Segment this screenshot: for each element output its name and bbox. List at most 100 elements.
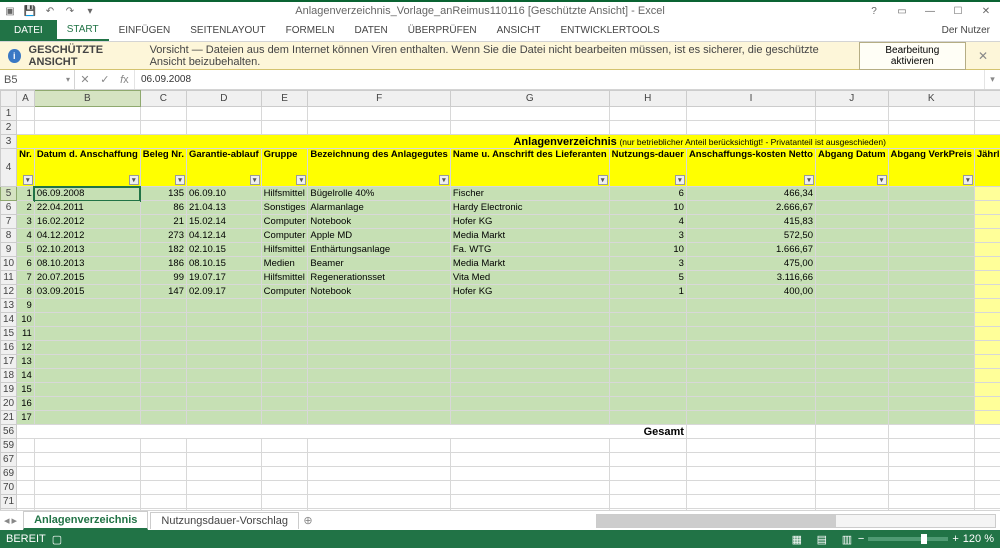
cell[interactable] [140,313,186,327]
formula-expand-icon[interactable]: ▾ [984,70,1000,89]
cell[interactable]: 103,96 [974,215,1000,229]
cell[interactable] [308,397,450,411]
cell[interactable]: 4 [609,215,686,229]
cell[interactable]: Vita Med [450,271,609,285]
cell[interactable] [34,369,140,383]
row-header-15[interactable]: 15 [1,327,17,341]
zoom-value[interactable]: 120 % [963,533,994,545]
cell[interactable] [609,369,686,383]
cell[interactable]: 0,00 [974,327,1000,341]
cell[interactable]: 9 [17,299,35,313]
col-header-K[interactable]: K [888,91,974,107]
cell[interactable] [686,369,815,383]
row-header-4[interactable]: 4 [1,149,17,187]
cell[interactable] [609,341,686,355]
cell[interactable]: 15 [17,383,35,397]
cell[interactable] [686,411,815,425]
cell[interactable] [686,397,815,411]
cell[interactable]: 8 [17,285,35,299]
cell[interactable]: 166,67 [974,243,1000,257]
cell[interactable]: 466,34 [686,187,815,201]
row-header-1[interactable]: 1 [1,107,17,121]
cell[interactable]: Alarmanlage [308,201,450,215]
cell[interactable] [186,411,261,425]
col-header-cell[interactable]: Gruppe▾ [261,149,308,187]
cell[interactable]: 77,72 [974,187,1000,201]
cell[interactable] [888,257,974,271]
tab-developer[interactable]: ENTWICKLERTOOLS [551,20,670,41]
qat-more-icon[interactable]: ▾ [80,1,100,21]
cell[interactable] [888,201,974,215]
cell[interactable] [888,369,974,383]
col-header-F[interactable]: F [308,91,450,107]
cell[interactable] [888,313,974,327]
cell[interactable] [186,327,261,341]
cell[interactable]: 572,50 [686,229,815,243]
cell[interactable] [186,383,261,397]
row-header-10[interactable]: 10 [1,257,17,271]
row-header-16[interactable]: 16 [1,341,17,355]
cell[interactable] [888,383,974,397]
cell[interactable]: Media Markt [450,257,609,271]
col-header-D[interactable]: D [186,91,261,107]
col-header-H[interactable]: H [609,91,686,107]
cell[interactable] [261,341,308,355]
row-header-7[interactable]: 7 [1,215,17,229]
cell[interactable] [261,313,308,327]
cell[interactable]: 623,33 [974,271,1000,285]
cell[interactable] [450,313,609,327]
cell[interactable] [815,369,888,383]
cell[interactable]: 400,00 [686,285,815,299]
cell[interactable] [686,355,815,369]
cell[interactable] [140,355,186,369]
col-header-C[interactable]: C [140,91,186,107]
cell[interactable]: Fischer [450,187,609,201]
cell[interactable]: Bügelrolle 40% [308,187,450,201]
cell[interactable]: 3 [17,215,35,229]
cell[interactable]: 147 [140,285,186,299]
cell[interactable]: 02.09.17 [186,285,261,299]
filter-arrow-icon[interactable]: ▾ [439,175,449,185]
cell[interactable]: Computer [261,229,308,243]
row-header-9[interactable]: 9 [1,243,17,257]
col-header-cell[interactable]: Beleg Nr.▾ [140,149,186,187]
maximize-icon[interactable]: ☐ [944,1,972,21]
help-icon[interactable]: ? [860,1,888,21]
cell[interactable] [140,411,186,425]
cell[interactable] [261,299,308,313]
tab-file[interactable]: DATEI [0,20,57,41]
cell[interactable]: Hilfsmittel [261,243,308,257]
cell[interactable] [450,341,609,355]
tab-formulas[interactable]: FORMELN [276,20,345,41]
cell[interactable] [450,355,609,369]
cell[interactable]: 10 [609,243,686,257]
cell[interactable] [815,215,888,229]
cell[interactable]: 06.09.2008 [34,187,140,201]
cell[interactable] [888,243,974,257]
cell[interactable] [815,327,888,341]
cell[interactable] [261,397,308,411]
filter-arrow-icon[interactable]: ▾ [23,175,33,185]
cell[interactable] [140,397,186,411]
cell[interactable]: 04.12.2012 [34,229,140,243]
cell[interactable]: 182 [140,243,186,257]
cell[interactable] [140,299,186,313]
cell[interactable] [686,341,815,355]
undo-icon[interactable]: ↶ [40,1,60,21]
col-header-cell[interactable]: Bezeichnung des Anlagegutes▾ [308,149,450,187]
cell[interactable] [815,285,888,299]
cell[interactable] [308,369,450,383]
cell[interactable] [34,327,140,341]
cell[interactable]: 16.02.2012 [34,215,140,229]
cell[interactable] [34,383,140,397]
sheet-title[interactable]: Anlagenverzeichnis (nur betrieblicher An… [17,135,1000,149]
redo-icon[interactable]: ↷ [60,1,80,21]
cell[interactable] [686,383,815,397]
cancel-formula-icon[interactable]: ✕ [80,73,89,86]
view-normal-icon[interactable]: ▦ [786,533,808,546]
cell[interactable]: 22.04.2011 [34,201,140,215]
col-header-B[interactable]: B [34,91,140,107]
row-header-11[interactable]: 11 [1,271,17,285]
cell[interactable] [609,383,686,397]
cell[interactable] [888,229,974,243]
